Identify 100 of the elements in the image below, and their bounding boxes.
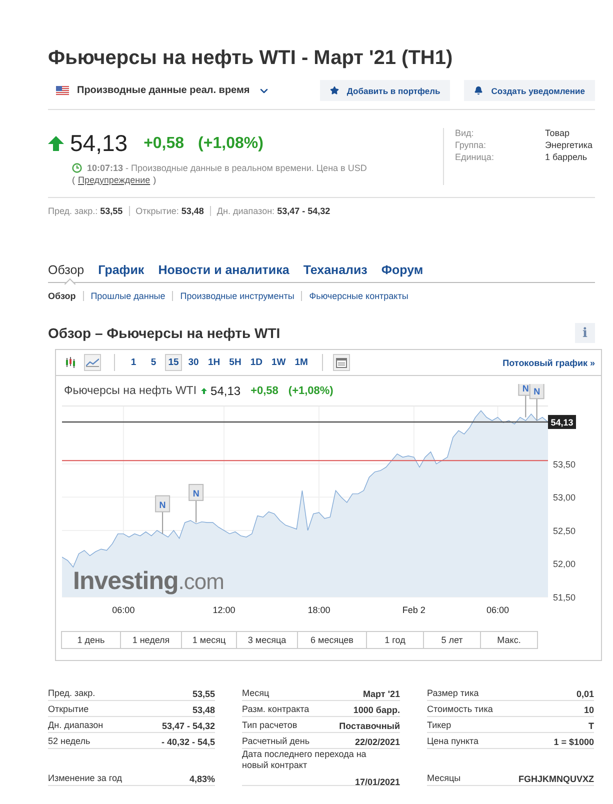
stat-label: Стоимость тика bbox=[427, 704, 493, 715]
stat-value: 0,01 bbox=[576, 689, 594, 699]
bell-icon bbox=[474, 86, 484, 95]
info-label: Группа: bbox=[455, 140, 488, 150]
stat-value: 10 bbox=[584, 705, 594, 715]
price-change-percent: (+1,08%) bbox=[198, 134, 264, 152]
tab[interactable]: Новости и аналитика bbox=[158, 263, 304, 282]
subtab[interactable]: Прошлые данные bbox=[82, 291, 172, 301]
interval-button[interactable]: 5 bbox=[145, 354, 162, 371]
axis-label: 12:00 bbox=[212, 605, 236, 615]
stat-value: 53,55 bbox=[192, 689, 215, 699]
update-note: 10:07:13 - Производные данные в реальном времени. Цена в USD bbox=[87, 163, 367, 173]
ref-line-label: 54,13 bbox=[550, 417, 574, 428]
news-flag[interactable]: N bbox=[155, 495, 170, 534]
interval-button[interactable]: 5H bbox=[226, 354, 244, 371]
stat-label: Тип расчетов bbox=[242, 720, 298, 731]
news-flag[interactable]: N bbox=[529, 384, 544, 422]
price-change: +0,58 bbox=[144, 134, 184, 152]
tab[interactable]: График bbox=[98, 263, 158, 282]
data-source-dropdown[interactable]: Производные данные реал. время bbox=[48, 84, 270, 96]
page-title: Фьючерсы на нефть WTI - Март '21 (TH1) bbox=[48, 46, 454, 71]
range-button[interactable]: 5 лет bbox=[423, 631, 481, 649]
legend-price: 54,13 bbox=[210, 384, 241, 398]
news-flag[interactable]: N bbox=[188, 484, 204, 523]
stat-label: Месяц bbox=[242, 688, 270, 699]
bracket: ) bbox=[153, 175, 156, 185]
stat-label: Тикер bbox=[427, 720, 452, 731]
stat-label: Изменение за год bbox=[48, 773, 122, 784]
tab[interactable]: Теханализ bbox=[303, 263, 382, 282]
range-button[interactable]: 1 год bbox=[366, 631, 424, 649]
range-button[interactable]: 1 день bbox=[61, 631, 121, 649]
info-value: Энергетика bbox=[545, 140, 594, 150]
stat-label: Расчетный день bbox=[242, 736, 310, 747]
star-icon bbox=[330, 86, 339, 95]
range-button[interactable]: Макс. bbox=[480, 631, 538, 649]
stat-value: 53,48 bbox=[192, 705, 215, 715]
stat-value: T bbox=[588, 721, 594, 731]
interval-button[interactable]: 30 bbox=[185, 354, 202, 371]
portfolio-button[interactable]: Добавить в портфель bbox=[320, 80, 450, 101]
bracket: ( bbox=[72, 175, 75, 185]
summary-item: Дн. диапазон: 53,47 - 54,32 bbox=[210, 206, 336, 216]
alert-button[interactable]: Создать уведомление bbox=[464, 80, 595, 101]
chart-type-button[interactable] bbox=[84, 354, 101, 371]
range-button[interactable]: 1 неделя bbox=[120, 631, 182, 649]
stat-label: Дн. диапазон bbox=[48, 720, 104, 731]
stat-label: Открытие bbox=[48, 704, 89, 715]
interval-button[interactable]: 1H bbox=[205, 354, 224, 371]
summary-item: Открытие: 53,48 bbox=[128, 206, 210, 216]
stat-label: Разм. контракта bbox=[242, 704, 310, 715]
interval-button[interactable]: 1 bbox=[125, 354, 142, 371]
interval-button[interactable]: 1D bbox=[247, 354, 266, 371]
candlestick-icon bbox=[65, 357, 76, 368]
interval-button[interactable]: 1W bbox=[268, 354, 289, 371]
range-button[interactable]: 6 месяцев bbox=[297, 631, 367, 649]
axis-label: Feb 2 bbox=[402, 605, 426, 615]
stat-value: - 40,32 - 54,5 bbox=[161, 737, 215, 747]
up-arrow-icon bbox=[48, 136, 64, 151]
subtab[interactable]: Производные инструменты bbox=[172, 291, 302, 301]
info-label: Вид: bbox=[455, 128, 475, 138]
stat-label: Цена пункта bbox=[427, 736, 479, 747]
stat-value: 17/01/2021 bbox=[354, 777, 400, 787]
range-button[interactable]: 1 месяц bbox=[181, 631, 237, 649]
clock-icon bbox=[72, 163, 82, 173]
axis-label: 51,50 bbox=[553, 592, 576, 602]
stat-label: Размер тика bbox=[427, 688, 479, 699]
legend-change-percent: (+1,08%) bbox=[288, 385, 334, 397]
stat-label: Месяцы bbox=[427, 773, 461, 784]
axis-label: 06:00 bbox=[112, 605, 135, 615]
price: 54,13 bbox=[70, 130, 128, 157]
range-button[interactable]: 3 месяца bbox=[236, 631, 298, 649]
info-label: Единица: bbox=[455, 152, 495, 162]
stat-value: 1 = $1000 bbox=[554, 737, 594, 747]
disclaimer-link[interactable]: Предупреждение bbox=[78, 175, 150, 185]
tab[interactable]: Обзор bbox=[48, 263, 98, 282]
layout-button[interactable] bbox=[332, 354, 350, 371]
subtab[interactable]: Обзор bbox=[48, 291, 83, 301]
stat-value: Поставочный bbox=[339, 721, 400, 731]
section-title: Обзор – Фьючерсы на нефть WTI bbox=[48, 325, 280, 341]
stat-label: Дата последнего перехода на новый контракт bbox=[242, 749, 368, 771]
info-value: 1 баррель bbox=[545, 152, 588, 162]
axis-label: 53,00 bbox=[553, 492, 576, 503]
stat-value: 4,83% bbox=[189, 774, 215, 784]
line-chart-icon bbox=[86, 358, 99, 367]
summary-item: Пред. закр.: 53,55 bbox=[48, 206, 124, 216]
stat-value: FGHJKMNQUVXZ bbox=[518, 774, 594, 784]
axis-label: 18:00 bbox=[308, 605, 330, 615]
stat-value: 1000 барр. bbox=[353, 705, 400, 715]
axis-label: 53,50 bbox=[553, 459, 576, 470]
axis-label: 52,00 bbox=[553, 559, 576, 570]
stat-value: 22/02/2021 bbox=[354, 737, 400, 747]
streaming-chart-link[interactable]: Потоковый график » bbox=[502, 358, 595, 368]
interval-button[interactable]: 1M bbox=[292, 354, 311, 371]
flag-icon bbox=[56, 86, 69, 95]
stat-label: 52 недель bbox=[48, 736, 90, 747]
axis-label: 52,50 bbox=[553, 526, 576, 536]
tab[interactable]: Форум bbox=[381, 263, 438, 282]
subtab[interactable]: Фьючерсные контракты bbox=[301, 291, 416, 301]
interval-button[interactable]: 15 bbox=[165, 354, 182, 371]
legend-change: +0,58 bbox=[250, 385, 278, 397]
stat-value: 53,47 - 54,32 bbox=[162, 721, 215, 731]
